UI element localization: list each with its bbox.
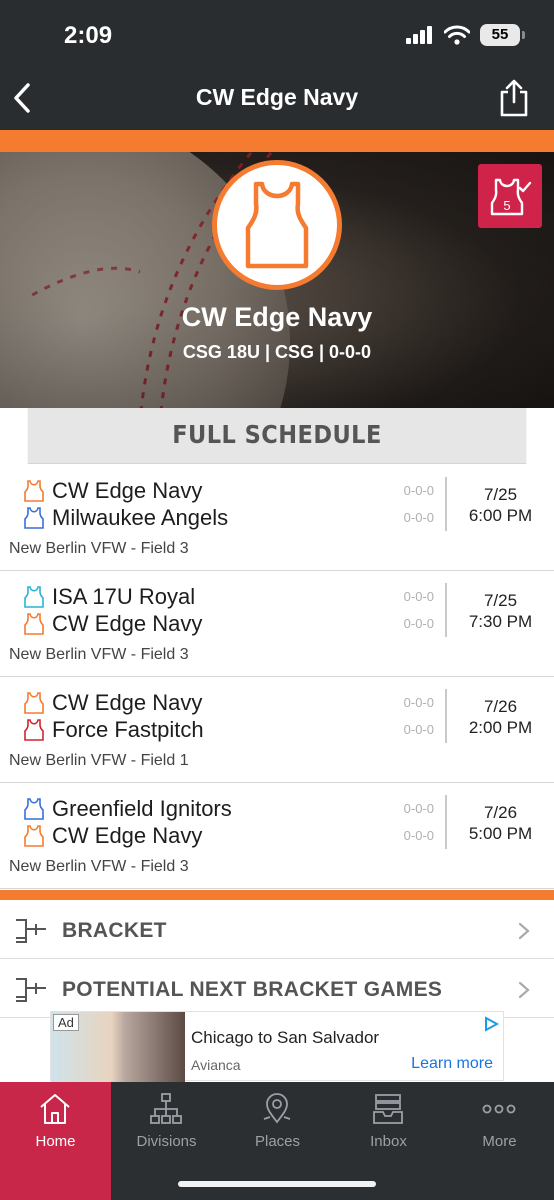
game-time: 7:30 PM: [468, 612, 533, 631]
home-icon: [40, 1094, 70, 1124]
game-row[interactable]: Greenfield Ignitors CW Edge Navy 0-0-0 0…: [0, 783, 554, 889]
adchoices-icon[interactable]: [483, 1016, 499, 1032]
jersey-icon: [245, 181, 309, 269]
home-indicator: [178, 1181, 376, 1187]
jersey-icon: [24, 719, 44, 741]
wifi-icon: [444, 25, 470, 45]
tab-label: Places: [254, 1133, 301, 1150]
game-date: 7/25: [483, 591, 518, 610]
game-venue: New Berlin VFW - Field 1: [9, 752, 189, 769]
tab-inbox[interactable]: Inbox: [333, 1082, 444, 1166]
full-schedule-header: FULL SCHEDULE: [27, 408, 527, 464]
game-venue: New Berlin VFW - Field 3: [9, 646, 189, 663]
jersey-icon: [24, 613, 44, 635]
jersey-icon: [24, 507, 44, 529]
tab-home[interactable]: Home: [0, 1082, 111, 1200]
tab-label: Divisions: [136, 1133, 197, 1150]
team-row: CW Edge Navy: [24, 823, 202, 849]
badge-count: 5: [503, 198, 510, 213]
chevron-right-icon: [518, 922, 530, 940]
team-row: CW Edge Navy: [24, 611, 202, 637]
inbox-icon: [373, 1094, 403, 1124]
jersey-icon: [24, 480, 44, 502]
team-hero: CW Edge Navy CSG 18U | CSG | 0-0-0 5: [0, 152, 554, 408]
team-record: 0-0-0: [403, 722, 434, 737]
game-venue: New Berlin VFW - Field 3: [9, 858, 189, 875]
team-record: 0-0-0: [403, 801, 434, 816]
team-row: Greenfield Ignitors: [24, 796, 232, 822]
game-row[interactable]: CW Edge Navy Milwaukee Angels 0-0-0 0-0-…: [0, 465, 554, 571]
page-title: CW Edge Navy: [195, 84, 359, 110]
map-pin-icon: [263, 1093, 291, 1124]
team-record: 0-0-0: [403, 695, 434, 710]
team-name: Milwaukee Angels: [52, 505, 229, 530]
team-name: CW Edge Navy: [52, 690, 203, 715]
team-name: CW Edge Navy: [52, 823, 203, 848]
jersey-icon: [24, 586, 44, 608]
team-record: 0-0-0: [403, 828, 434, 843]
team-record: 0-0-0: [403, 510, 434, 525]
team-badge-button[interactable]: 5: [478, 164, 542, 228]
jersey-icon: [24, 825, 44, 847]
game-time: 2:00 PM: [468, 718, 533, 737]
jersey-check-icon: 5: [490, 178, 532, 216]
potential-games-label: POTENTIAL NEXT BRACKET GAMES: [62, 978, 443, 1001]
potential-bracket-games-link[interactable]: POTENTIAL NEXT BRACKET GAMES: [0, 960, 554, 1018]
jersey-icon: [24, 692, 44, 714]
tab-divisions[interactable]: Divisions: [111, 1082, 222, 1166]
divisions-icon: [150, 1093, 182, 1124]
team-row: CW Edge Navy: [24, 690, 202, 716]
ad-title: Chicago to San Salvador: [191, 1028, 380, 1047]
game-venue: New Berlin VFW - Field 3: [9, 540, 189, 557]
team-division-record: CSG 18U | CSG | 0-0-0: [182, 342, 372, 362]
ad-tag: Ad: [53, 1014, 79, 1031]
game-date: 7/26: [483, 697, 518, 716]
tab-more[interactable]: More: [444, 1082, 554, 1166]
signal-icon: [406, 26, 432, 44]
team-name: CW Edge Navy: [181, 302, 373, 332]
tab-places[interactable]: Places: [222, 1082, 333, 1166]
game-date: 7/25: [483, 485, 518, 504]
bracket-link[interactable]: BRACKET: [0, 901, 554, 959]
bracket-label: BRACKET: [62, 919, 167, 942]
ad-learn-more[interactable]: Learn more: [411, 1055, 493, 1073]
team-row: CW Edge Navy: [24, 478, 202, 504]
top-bar: 2:09 55 CW Edge Navy: [0, 0, 554, 130]
status-icons: 55: [406, 24, 525, 46]
games-list: CW Edge Navy Milwaukee Angels 0-0-0 0-0-…: [0, 465, 554, 889]
game-date: 7/26: [483, 803, 518, 822]
accent-divider: [0, 890, 554, 900]
share-icon[interactable]: [498, 78, 530, 118]
ad-banner[interactable]: Ad Chicago to San Salvador Avianca Learn…: [50, 1011, 504, 1082]
ad-brand: Avianca: [191, 1057, 241, 1073]
tab-label: Home: [35, 1133, 76, 1150]
status-time: 2:09: [64, 22, 113, 49]
game-time: 6:00 PM: [468, 506, 533, 525]
jersey-icon: [24, 798, 44, 820]
team-name: Force Fastpitch: [52, 717, 204, 742]
team-row: Milwaukee Angels: [24, 505, 228, 531]
team-logo: [212, 160, 342, 290]
team-name: Greenfield Ignitors: [52, 796, 232, 821]
team-record: 0-0-0: [403, 589, 434, 604]
team-name: CW Edge Navy: [52, 478, 203, 503]
tab-label: Inbox: [370, 1133, 407, 1150]
bracket-icon: [16, 978, 46, 1002]
game-row[interactable]: ISA 17U Royal CW Edge Navy 0-0-0 0-0-0 7…: [0, 571, 554, 677]
team-record: 0-0-0: [403, 483, 434, 498]
battery-indicator: 55: [480, 24, 525, 46]
game-time: 5:00 PM: [468, 824, 533, 843]
accent-band: [0, 130, 554, 152]
team-row: Force Fastpitch: [24, 717, 204, 743]
bracket-icon: [16, 919, 46, 943]
team-row: ISA 17U Royal: [24, 584, 195, 610]
team-name: ISA 17U Royal: [52, 584, 196, 609]
team-name: CW Edge Navy: [52, 611, 203, 636]
more-icon: [482, 1104, 516, 1114]
tab-label: More: [482, 1133, 517, 1150]
game-row[interactable]: CW Edge Navy Force Fastpitch 0-0-0 0-0-0…: [0, 677, 554, 783]
team-record: 0-0-0: [403, 616, 434, 631]
chevron-right-icon: [518, 981, 530, 999]
